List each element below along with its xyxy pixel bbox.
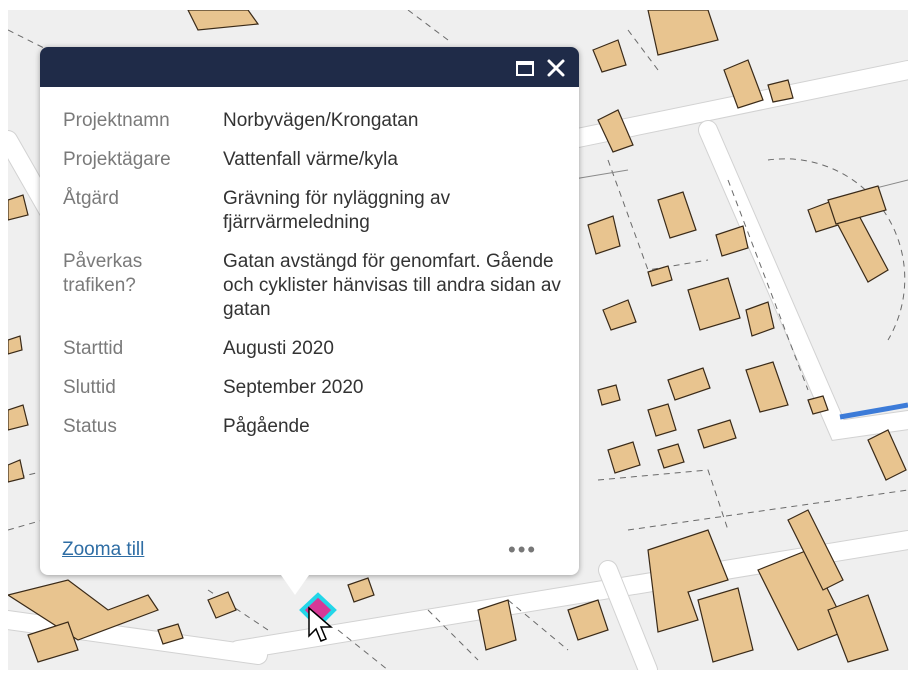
field-label: Åtgärd <box>63 188 119 209</box>
field-label: Starttid <box>63 338 124 359</box>
field-value: Gatan avstängd för genomfart. Gående och… <box>223 251 561 320</box>
field-row-status: Status Pågående <box>63 415 563 439</box>
field-row-projektagare: Projektägare Vattenfall värme/kyla <box>63 148 563 172</box>
field-value: Grävning för nyläggning av fjärrvärmeled… <box>223 188 451 233</box>
info-popup: Projektnamn Norbyvägen/Krongatan Projekt… <box>40 47 579 575</box>
popup-pointer <box>281 575 309 595</box>
field-row-starttid: Starttid Augusti 2020 <box>63 337 563 361</box>
field-label: Påverkas trafiken? <box>63 251 143 296</box>
field-row-projektnamn: Projektnamn Norbyvägen/Krongatan <box>63 109 563 133</box>
field-value: Vattenfall värme/kyla <box>223 149 398 170</box>
field-label: Sluttid <box>63 377 116 398</box>
attribute-table: Projektnamn Norbyvägen/Krongatan Projekt… <box>63 109 563 454</box>
field-row-sluttid: Sluttid September 2020 <box>63 376 563 400</box>
zoom-to-link[interactable]: Zooma till <box>62 539 144 561</box>
field-value: Pågående <box>223 416 310 437</box>
field-value: Norbyvägen/Krongatan <box>223 110 419 131</box>
field-label: Projektnamn <box>63 110 170 131</box>
maximize-icon[interactable] <box>514 57 536 79</box>
field-label: Projektägare <box>63 149 171 170</box>
mouse-pointer-icon <box>308 606 334 642</box>
field-row-atgard: Åtgärd Grävning för nyläggning av fjärrv… <box>63 187 563 235</box>
field-label: Status <box>63 416 117 437</box>
field-row-paverkas-trafiken: Påverkas trafiken? Gatan avstängd för ge… <box>63 250 563 322</box>
ellipsis-icon[interactable]: ••• <box>508 539 537 561</box>
popup-header <box>40 47 579 87</box>
close-icon[interactable] <box>545 57 567 79</box>
field-value: Augusti 2020 <box>223 338 334 359</box>
field-value: September 2020 <box>223 377 364 398</box>
